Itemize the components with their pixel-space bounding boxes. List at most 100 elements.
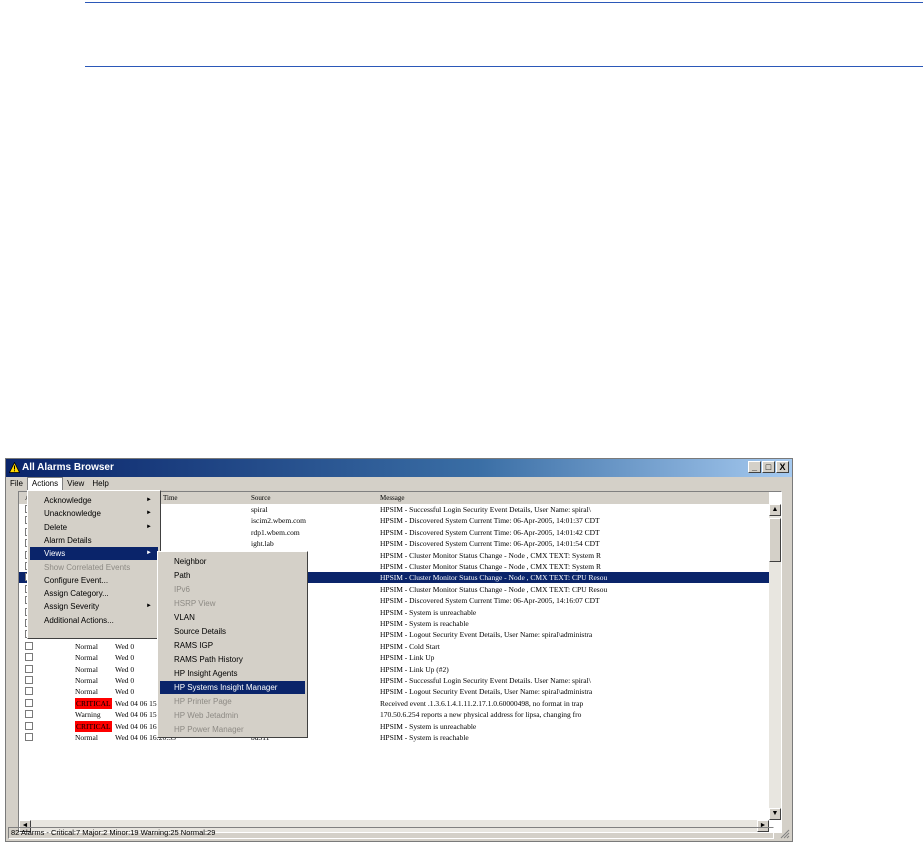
message-cell: HPSIM - Cold Start (380, 641, 440, 651)
severity-cell: CRITICAL (75, 720, 112, 732)
ack-checkbox[interactable] (25, 710, 33, 719)
time-cell: Wed 0 (115, 676, 135, 685)
menu-item-configure-event[interactable]: Configure Event... (30, 574, 158, 587)
menu-item-alarm-details[interactable]: Alarm Details (30, 534, 158, 547)
ack-checkbox[interactable] (25, 641, 33, 650)
ack-checkbox[interactable] (25, 698, 33, 707)
message-cell: HPSIM - System is unreachable (380, 721, 477, 731)
submenu-item-label: HP Insight Agents (174, 669, 238, 678)
table-row[interactable]: Normal Wed 0 HPSIM - Logout Security Event… (19, 686, 769, 697)
column-header-source[interactable]: Source (251, 492, 270, 504)
message-cell: HPSIM - Cluster Monitor Status Change - … (380, 562, 601, 571)
submenu-item-rams-igp[interactable]: RAMS IGP (160, 639, 305, 652)
submenu-arrow-icon: ► (146, 603, 152, 610)
menu-item-label: Acknowledge (44, 496, 92, 505)
submenu-item-label: HP Web Jetadmin (174, 711, 239, 720)
menu-item-show-correlated-events: Show Correlated Events (30, 561, 158, 574)
submenu-item-label: RAMS IGP (174, 641, 214, 650)
menu-item-label: Configure Event... (44, 575, 109, 585)
table-row[interactable]: Normal Wed 0 HPSIM - Link Up (#2) (19, 664, 769, 675)
severity-cell: Normal (75, 733, 98, 742)
submenu-item-neighbor[interactable]: Neighbor (160, 555, 305, 568)
submenu-item-label: Neighbor (174, 557, 207, 566)
submenu-item-label: Source Details (174, 627, 227, 636)
severity-cell: Warning (75, 710, 101, 720)
submenu-item-hsrp-view: HSRP View (160, 597, 305, 610)
table-row[interactable]: CRITICALWed 04 06 16:16:47bd311HPSIM - S… (19, 720, 769, 732)
menu-help[interactable]: Help (88, 477, 112, 491)
ack-checkbox[interactable] (25, 687, 33, 696)
column-header-time[interactable]: Time (163, 492, 178, 504)
menu-item-label: Assign Severity (44, 602, 100, 612)
table-row[interactable]: Normal Wed 0 HPSIM - Link Up (19, 652, 769, 663)
ack-checkbox[interactable] (25, 733, 33, 741)
scroll-up-icon[interactable]: ▲ (769, 504, 781, 516)
submenu-arrow-icon: ► (146, 523, 152, 530)
menu-item-label: Views (44, 549, 66, 559)
close-icon[interactable]: X (776, 461, 789, 473)
bottom-rule (85, 66, 923, 67)
views-submenu: Neighbor Path IPv6 HSRP View VLAN Source Deta… (157, 551, 308, 738)
submenu-item-path[interactable]: Path (160, 569, 305, 582)
ack-checkbox[interactable] (25, 664, 33, 673)
submenu-arrow-icon: ► (146, 497, 152, 503)
message-cell: HPSIM - Cluster Monitor Status Change - … (380, 573, 608, 583)
vertical-scroll-thumb[interactable] (769, 518, 781, 562)
menu-item-views[interactable]: Views ► (30, 547, 158, 561)
message-cell: HPSIM - Discovered System Current Time: … (380, 527, 600, 537)
maximize-icon[interactable]: □ (762, 461, 775, 473)
menu-item-label: Additional Actions... (44, 615, 114, 625)
submenu-item-source-details[interactable]: Source Details (160, 625, 305, 638)
submenu-item-rams-path-history[interactable]: RAMS Path History (160, 653, 305, 666)
submenu-item-hp-insight-agents[interactable]: HP Insight Agents (160, 667, 305, 680)
menu-item-unacknowledge[interactable]: Unacknowledge ► (30, 507, 158, 520)
table-row[interactable]: CRITICALWed 04 06 15:34:24watch.wbem.com… (19, 697, 769, 709)
menu-item-assign-category[interactable]: Assign Category... (30, 587, 158, 600)
scroll-down-icon[interactable]: ▼ (769, 808, 781, 820)
status-bar: 82 Alarms - Critical:7 Major:2 Minor:19 … (8, 827, 774, 839)
menu-item-additional-actions[interactable]: Additional Actions... (30, 614, 158, 627)
menu-item-assign-severity[interactable]: Assign Severity ► (30, 600, 158, 613)
ack-checkbox[interactable] (25, 721, 33, 730)
menu-item-acknowledge[interactable]: Acknowledge ► (30, 494, 158, 507)
ack-checkbox[interactable] (25, 653, 33, 662)
message-cell: 170.50.6.254 reports a new physical addr… (380, 710, 582, 720)
source-cell: spiral (251, 505, 268, 514)
column-header-message[interactable]: Message (380, 492, 405, 504)
minimize-icon[interactable]: _ (748, 461, 761, 473)
submenu-item-hp-printer-page: HP Printer Page (160, 695, 305, 708)
submenu-arrow-icon: ► (146, 510, 152, 517)
menu-item-delete[interactable]: Delete ► (30, 521, 158, 534)
table-row[interactable]: WarningWed 04 06 15:42:04lipsa170.50.6.2… (19, 709, 769, 720)
submenu-item-label: VLAN (174, 613, 195, 622)
time-cell: Wed 0 (115, 653, 135, 663)
menu-view[interactable]: View (63, 477, 88, 491)
menu-bar: File Actions View Help (6, 477, 792, 491)
menu-file[interactable]: File (6, 477, 27, 491)
submenu-item-hp-systems-insight-manager[interactable]: HP Systems Insight Manager (160, 681, 305, 694)
severity-cell: CRITICAL (75, 697, 112, 709)
message-cell: HPSIM - Link Up (#2) (380, 664, 449, 674)
table-row[interactable]: Normal Wed 0 HPSIM - Cold Start (19, 641, 769, 652)
table-row[interactable]: NormalWed 04 06 16:20:55bd311HPSIM - Sys… (19, 732, 769, 743)
ack-checkbox[interactable] (25, 676, 33, 684)
menu-item-label: Show Correlated Events (44, 562, 131, 572)
vertical-scrollbar[interactable]: ▲ ▼ (769, 504, 781, 820)
source-cell: rdp1.wbem.com (251, 527, 300, 537)
menu-actions[interactable]: Actions (26, 477, 64, 491)
time-cell: Wed 0 (115, 641, 135, 651)
submenu-item-vlan[interactable]: VLAN (160, 611, 305, 624)
submenu-item-label: RAMS Path History (174, 655, 243, 664)
time-cell: Wed 0 (115, 687, 135, 697)
title-bar[interactable]: All Alarms Browser _ □ X (6, 459, 792, 477)
message-cell: HPSIM - Logout Security Event Details, U… (380, 687, 593, 697)
resize-grip-icon[interactable] (778, 827, 790, 839)
table-row[interactable]: Normal Wed 0 HPSIM - Successful Login Secu… (19, 675, 769, 686)
severity-cell: Normal (75, 653, 98, 663)
submenu-item-label: HP Systems Insight Manager (174, 683, 278, 692)
source-cell: ight.lab (251, 539, 274, 549)
severity-cell: Normal (75, 687, 98, 697)
severity-cell: Normal (75, 664, 98, 674)
message-cell: HPSIM - Discovered System Current Time: … (380, 516, 600, 526)
time-cell: Wed 0 (115, 664, 135, 674)
